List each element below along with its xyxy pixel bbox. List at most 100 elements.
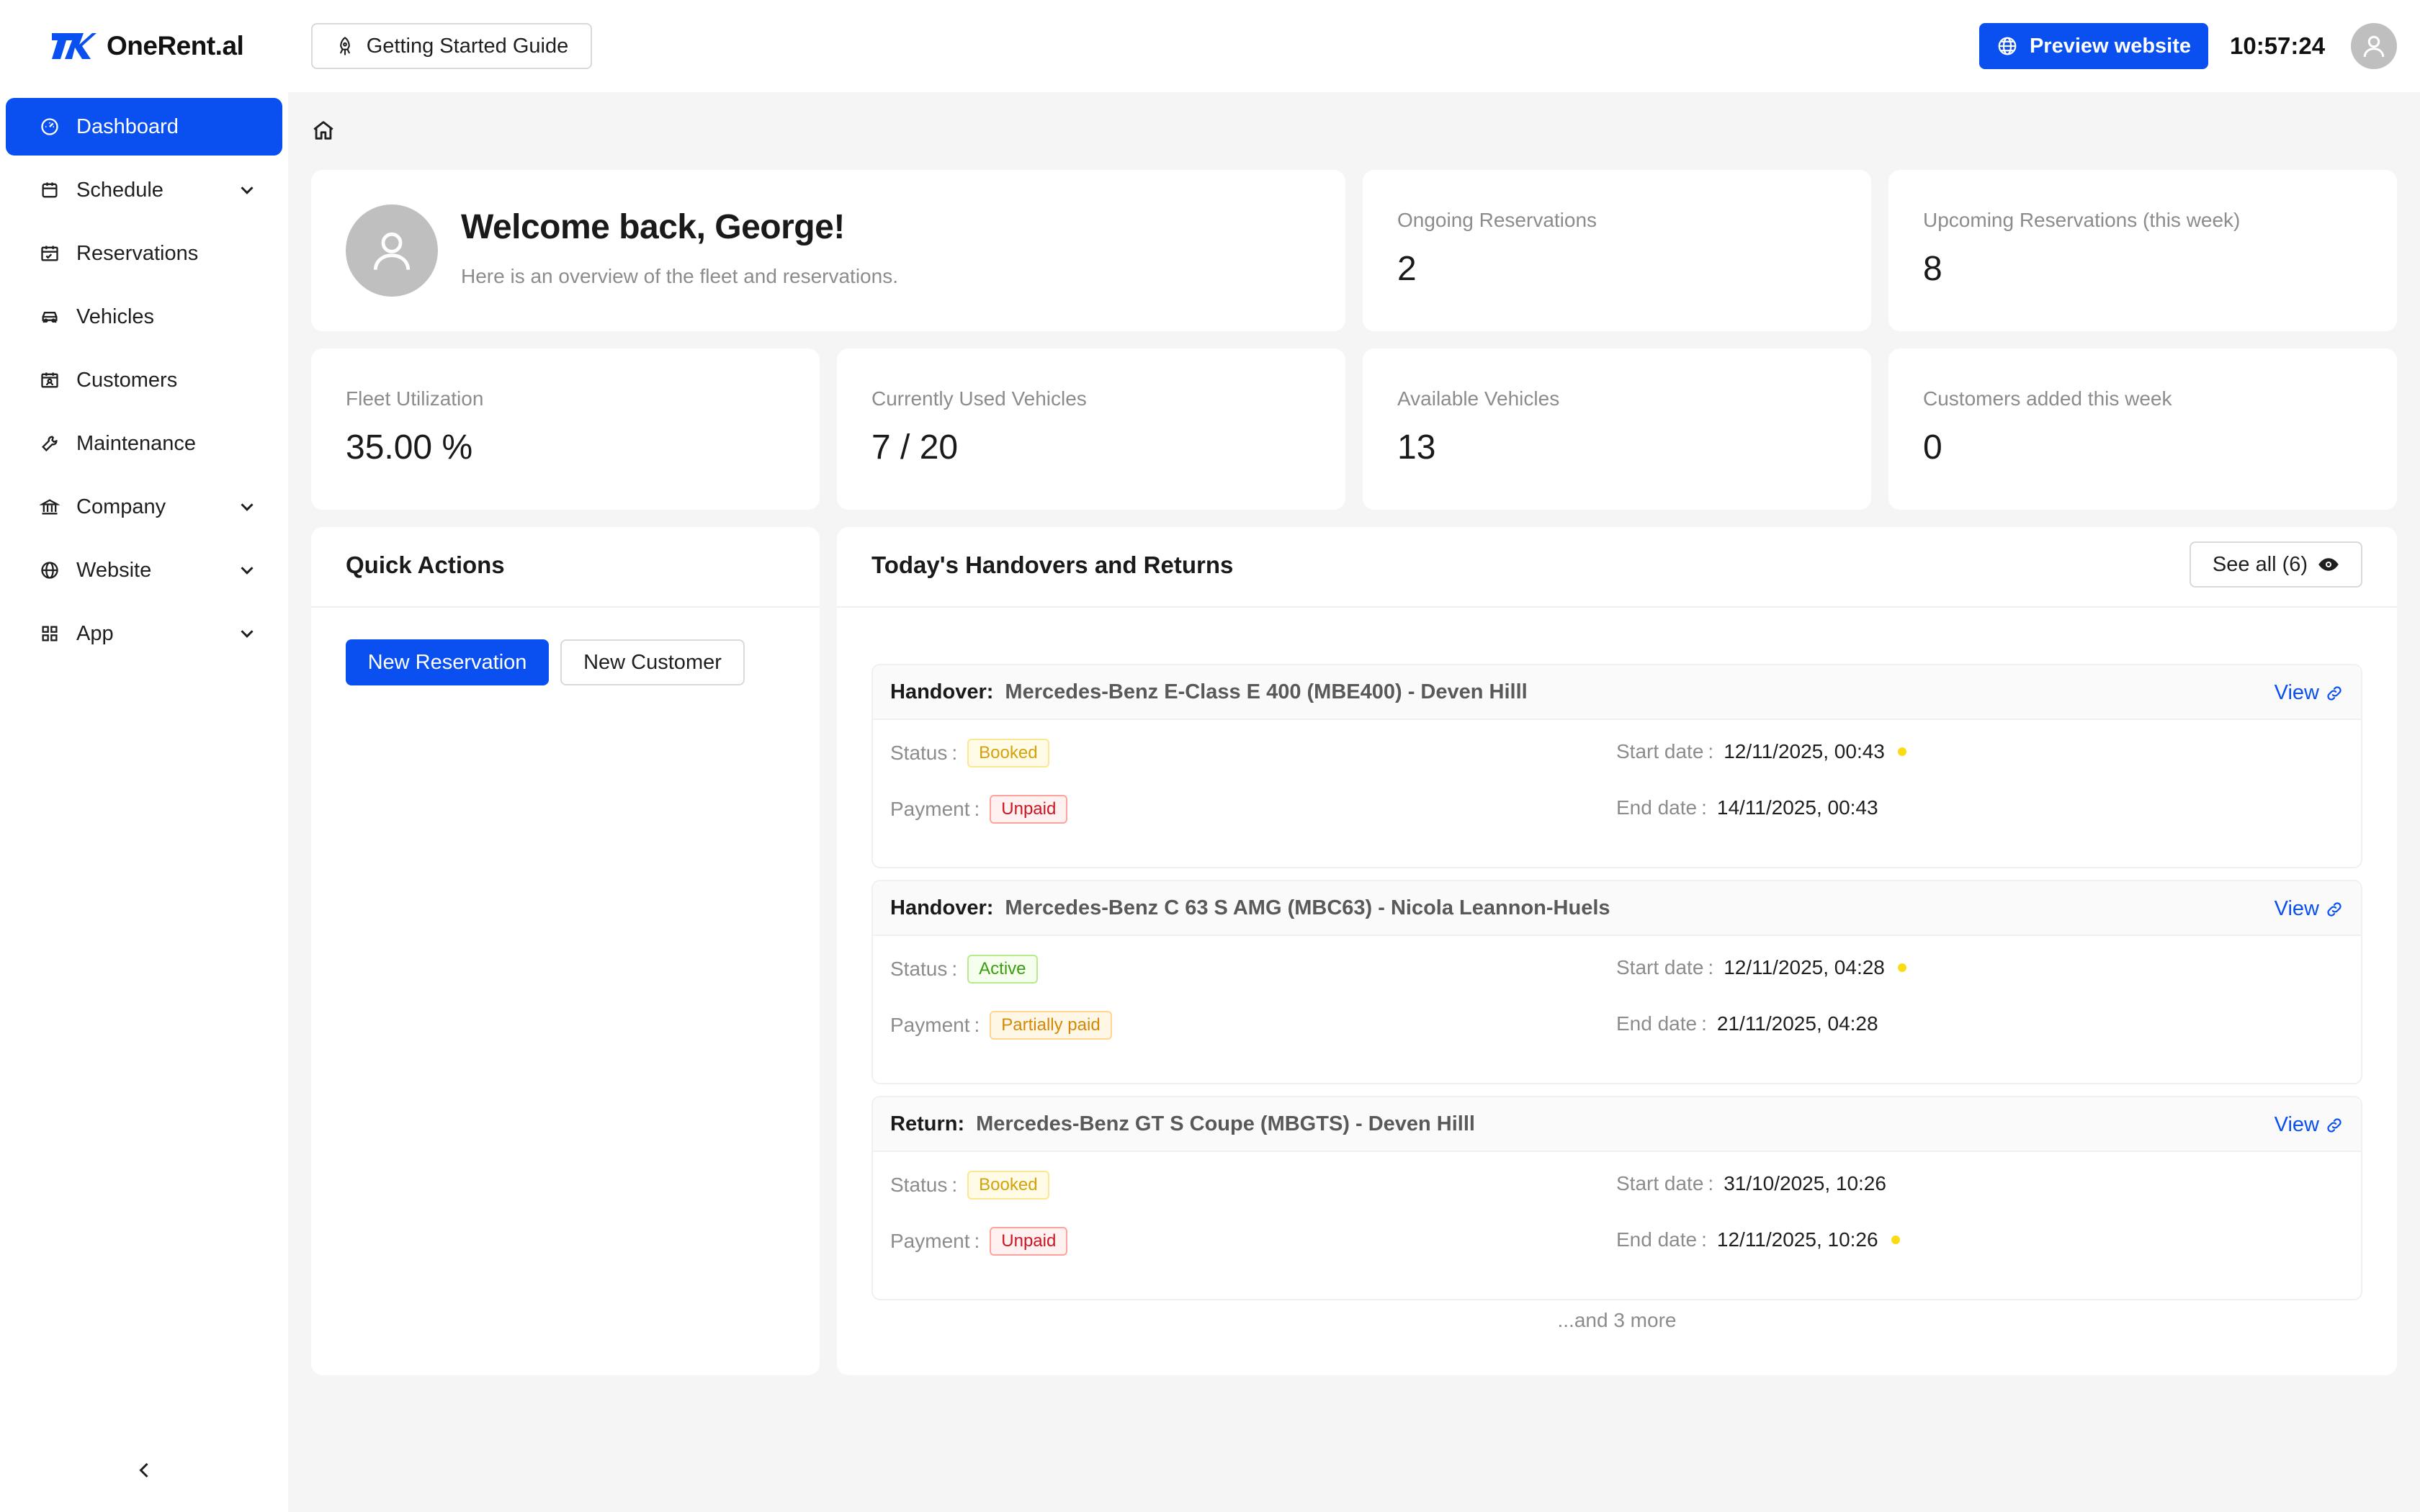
end-date-value: 21/11/2025, 04:28	[1716, 1012, 1878, 1035]
sidebar: Dashboard Schedule Reservations Vehicles…	[0, 92, 288, 1512]
payment-badge: Partially paid	[990, 1011, 1112, 1040]
sidebar-item-label: Vehicles	[76, 305, 155, 328]
collapse-sidebar-chevron-left-icon[interactable]	[131, 1457, 157, 1483]
brand-logo[interactable]: OneRent.al	[50, 29, 244, 63]
sidebar-item-label: Maintenance	[76, 431, 197, 455]
user-avatar-button[interactable]	[2351, 23, 2397, 69]
status-badge: Booked	[967, 739, 1049, 768]
handover-vehicle: Mercedes-Benz E-Class E 400 (MBE400) - D…	[1005, 680, 1528, 703]
car-icon	[39, 306, 60, 328]
end-date-label: End date	[1616, 1012, 1698, 1035]
onerent-logo-icon	[52, 33, 97, 59]
sidebar-item-schedule[interactable]: Schedule	[6, 161, 282, 219]
status-field: Status : Booked	[890, 739, 1049, 768]
status-label: Status	[890, 1174, 948, 1196]
start-date-label: Start date	[1616, 1172, 1704, 1194]
field-colon: :	[1708, 740, 1714, 762]
handover-item: Handover: Mercedes-Benz E-Class E 400 (M…	[871, 664, 2362, 868]
start-date-field: Start date : 12/11/2025, 00:43	[1616, 740, 1906, 763]
sidebar-item-website[interactable]: Website	[6, 541, 282, 599]
link-icon	[2327, 901, 2341, 917]
view-reservation-link[interactable]: View	[2275, 681, 2344, 705]
welcome-title: Welcome back, George!	[461, 208, 845, 246]
handover-kind: Handover:	[890, 680, 994, 703]
field-colon: :	[1701, 1012, 1707, 1035]
field-colon: :	[974, 1230, 980, 1252]
status-badge: Active	[967, 955, 1038, 984]
payment-field: Payment : Unpaid	[890, 1227, 1068, 1256]
payment-badge: Unpaid	[990, 795, 1068, 824]
new-customer-button[interactable]: New Customer	[560, 639, 745, 685]
welcome-card: Welcome back, George! Here is an overvie…	[311, 170, 1345, 331]
handover-item: Handover: Mercedes-Benz C 63 S AMG (MBC6…	[871, 880, 2362, 1084]
field-colon: :	[1708, 1172, 1714, 1194]
sidebar-item-label: Dashboard	[76, 114, 179, 138]
see-all-button[interactable]: See all (6)	[2190, 541, 2362, 588]
field-colon: :	[951, 958, 958, 980]
preview-website-label: Preview website	[2029, 34, 2192, 58]
sidebar-item-reservations[interactable]: Reservations	[6, 225, 282, 282]
dashboard-icon	[39, 116, 60, 138]
payment-field: Payment : Partially paid	[890, 1011, 1112, 1040]
field-colon: :	[974, 1014, 980, 1036]
field-colon: :	[1701, 1228, 1707, 1251]
quick-actions-title: Quick Actions	[346, 552, 505, 578]
status-field: Status : Active	[890, 955, 1038, 984]
clock-time: 10:57:24	[2230, 32, 2326, 59]
globe-icon	[39, 559, 60, 581]
handovers-returns-title: Today's Handovers and Returns	[871, 552, 1234, 578]
brand-name: OneRent.al	[107, 31, 244, 60]
today-indicator-dot	[1891, 1236, 1900, 1244]
start-date-value: 12/11/2025, 04:28	[1724, 956, 1885, 978]
chevron-down-icon	[241, 186, 254, 194]
start-date-field: Start date : 12/11/2025, 04:28	[1616, 956, 1906, 979]
rocket-icon	[339, 37, 350, 55]
view-label: View	[2274, 897, 2319, 920]
sidebar-item-customers[interactable]: Customers	[6, 351, 282, 409]
sidebar-item-label: App	[76, 621, 114, 645]
end-date-field: End date : 12/11/2025, 10:26	[1616, 1228, 1900, 1251]
sidebar-item-app[interactable]: App	[6, 605, 282, 662]
start-date-label: Start date	[1616, 956, 1704, 978]
end-date-field: End date : 21/11/2025, 04:28	[1616, 1012, 1878, 1035]
view-reservation-link[interactable]: View	[2275, 897, 2344, 921]
end-date-value: 14/11/2025, 00:43	[1716, 796, 1878, 819]
stat-card-customers-added: Customers added this week 0	[1888, 348, 2397, 510]
quick-actions-card: Quick Actions New Reservation New Custom…	[311, 527, 820, 1375]
sidebar-item-maintenance[interactable]: Maintenance	[6, 415, 282, 472]
view-reservation-link[interactable]: View	[2275, 1113, 2344, 1137]
preview-website-button[interactable]: Preview website	[1979, 23, 2208, 69]
field-colon: :	[951, 1174, 958, 1196]
stat-label: Currently Used Vehicles	[871, 387, 1087, 410]
handover-item: Return: Mercedes-Benz GT S Coupe (MBGTS)…	[871, 1096, 2362, 1300]
card-divider	[837, 606, 2397, 608]
sidebar-item-label: Customers	[76, 368, 178, 392]
link-icon	[2327, 685, 2341, 701]
status-label: Status	[890, 742, 948, 764]
status-field: Status : Booked	[890, 1171, 1049, 1200]
top-header: OneRent.al Getting Started Guide Preview…	[0, 0, 2420, 92]
sidebar-item-dashboard[interactable]: Dashboard	[6, 98, 282, 156]
stat-label: Ongoing Reservations	[1397, 209, 1597, 231]
link-icon	[2327, 1117, 2341, 1133]
user-icon	[373, 232, 411, 270]
sidebar-item-vehicles[interactable]: Vehicles	[6, 288, 282, 346]
start-date-label: Start date	[1616, 740, 1704, 762]
breadcrumb-home-icon[interactable]	[311, 118, 336, 143]
eye-icon	[2318, 558, 2339, 571]
today-indicator-dot	[1897, 963, 1906, 972]
start-date-value: 12/11/2025, 00:43	[1724, 740, 1885, 762]
view-label: View	[2274, 1113, 2319, 1136]
wrench-icon	[39, 433, 60, 454]
stat-value: 8	[1923, 250, 1942, 288]
sidebar-item-company[interactable]: Company	[6, 478, 282, 536]
status-badge: Booked	[967, 1171, 1049, 1200]
stat-label: Available Vehicles	[1397, 387, 1560, 410]
today-indicator-dot	[1897, 747, 1906, 756]
getting-started-guide-button[interactable]: Getting Started Guide	[311, 23, 592, 69]
globe-icon	[1998, 37, 2017, 55]
payment-badge: Unpaid	[990, 1227, 1068, 1256]
getting-started-guide-label: Getting Started Guide	[366, 34, 569, 58]
new-reservation-button[interactable]: New Reservation	[346, 639, 549, 685]
stat-card-currently-used-vehicles: Currently Used Vehicles 7 / 20	[837, 348, 1345, 510]
